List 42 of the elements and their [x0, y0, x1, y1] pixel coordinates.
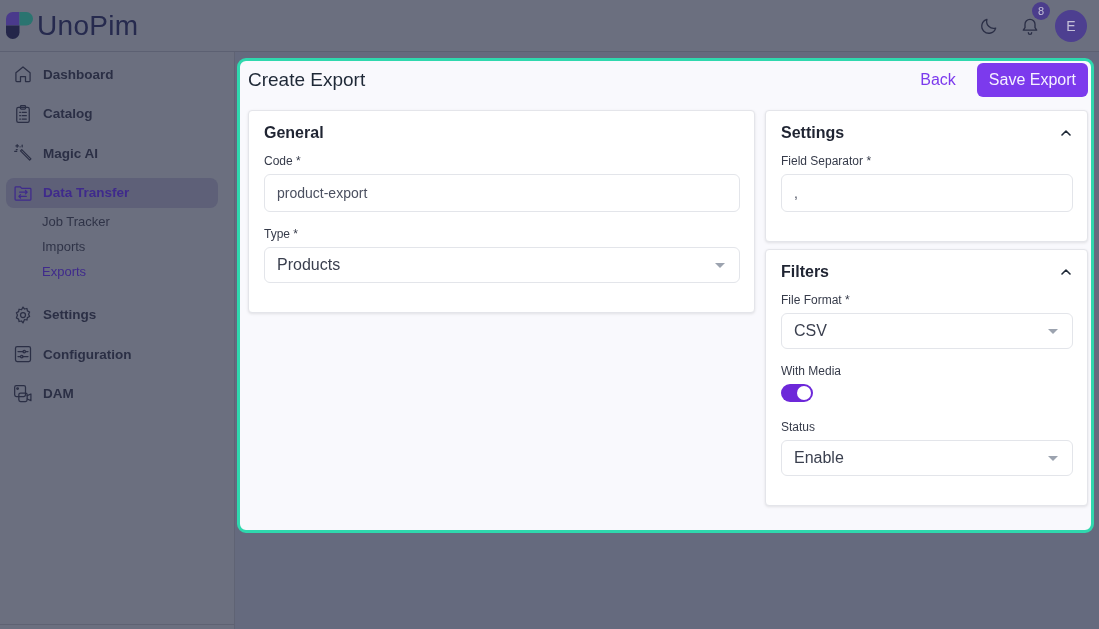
sidebar-item[interactable]: Catalog — [6, 98, 218, 129]
sidebar-item[interactable]: Settings — [6, 299, 218, 330]
field-label: Code * — [264, 154, 302, 168]
select-field[interactable]: Products — [264, 247, 740, 283]
text-field[interactable]: , — [781, 174, 1073, 212]
caret-icon — [1048, 455, 1058, 461]
page-title: Create Export — [248, 69, 366, 91]
clipboard-icon — [13, 103, 33, 124]
logo-icon — [6, 12, 33, 39]
sidebar-item[interactable]: DAM — [6, 378, 218, 409]
gear-icon — [13, 304, 33, 325]
card-title: Filters — [781, 263, 829, 281]
save-button[interactable]: Save Export — [976, 63, 1088, 97]
card-title: General — [264, 124, 324, 142]
text-field[interactable]: product-export — [264, 174, 740, 212]
user-avatar[interactable]: E — [1055, 9, 1087, 42]
home-icon — [13, 64, 33, 84]
chevron-up-icon[interactable] — [1061, 130, 1071, 136]
sidebar-subitem[interactable]: Job Tracker — [42, 209, 110, 234]
field-label: With Media — [781, 364, 843, 378]
field-label: Type * — [264, 227, 300, 241]
sidebar-item[interactable]: Configuration — [6, 339, 218, 369]
field-label: File Format * — [781, 293, 851, 307]
sidebar-subitem[interactable]: Imports — [42, 234, 86, 259]
sliders-icon — [13, 344, 33, 364]
logo-text: UnoPim — [37, 9, 139, 42]
chevron-up-icon[interactable] — [1061, 269, 1071, 275]
select-field[interactable]: CSV — [781, 313, 1073, 349]
field-label: Status — [781, 420, 817, 434]
sidebar-item[interactable]: Magic AI — [6, 138, 218, 168]
notification-badge: 8 — [1032, 1, 1050, 20]
card-title: Settings — [781, 124, 845, 142]
sidebar-item[interactable]: Dashboard — [6, 59, 218, 89]
back-link[interactable]: Back — [920, 71, 956, 89]
image-video-icon — [13, 383, 33, 404]
field-label: Field Separator * — [781, 154, 873, 168]
caret-icon — [1048, 328, 1058, 334]
caret-icon — [715, 262, 725, 268]
toggle-switch[interactable] — [781, 384, 813, 402]
select-field[interactable]: Enable — [781, 440, 1073, 476]
magic-wand-icon — [13, 143, 33, 163]
sidebar-subitem[interactable]: Exports — [42, 259, 87, 284]
